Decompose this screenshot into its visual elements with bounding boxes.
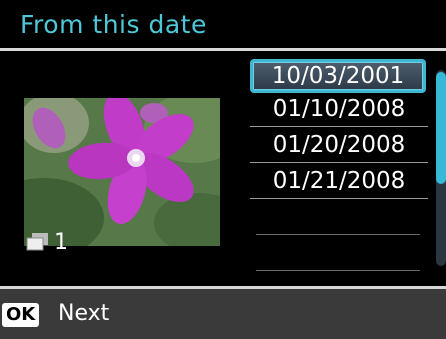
date-item[interactable]: 01/10/2008 <box>250 92 428 127</box>
photo-preview <box>24 98 220 246</box>
scrollbar-thumb[interactable] <box>436 72 446 184</box>
ok-button[interactable]: OK <box>2 303 40 327</box>
date-item[interactable]: 01/21/2008 <box>250 164 428 199</box>
empty-row-divider <box>256 270 420 271</box>
empty-row-divider <box>256 234 420 235</box>
printer-lcd-screen: From this date 1 10/03/2001 01/10/2008 0… <box>0 0 446 339</box>
footer-bar: OK Next <box>0 289 446 339</box>
date-item[interactable]: 01/20/2008 <box>250 128 428 163</box>
copies-indicator: 1 <box>24 228 68 256</box>
date-list[interactable]: 10/03/2001 01/10/2008 01/20/2008 01/21/2… <box>250 56 428 280</box>
copies-icon <box>26 233 48 251</box>
screen-title: From this date <box>20 10 207 39</box>
title-divider <box>0 48 446 51</box>
flower-image <box>24 98 220 246</box>
date-item-selected[interactable]: 10/03/2001 <box>250 59 426 93</box>
scrollbar[interactable] <box>436 70 446 266</box>
copies-count: 1 <box>54 229 68 255</box>
next-label: Next <box>58 301 110 326</box>
